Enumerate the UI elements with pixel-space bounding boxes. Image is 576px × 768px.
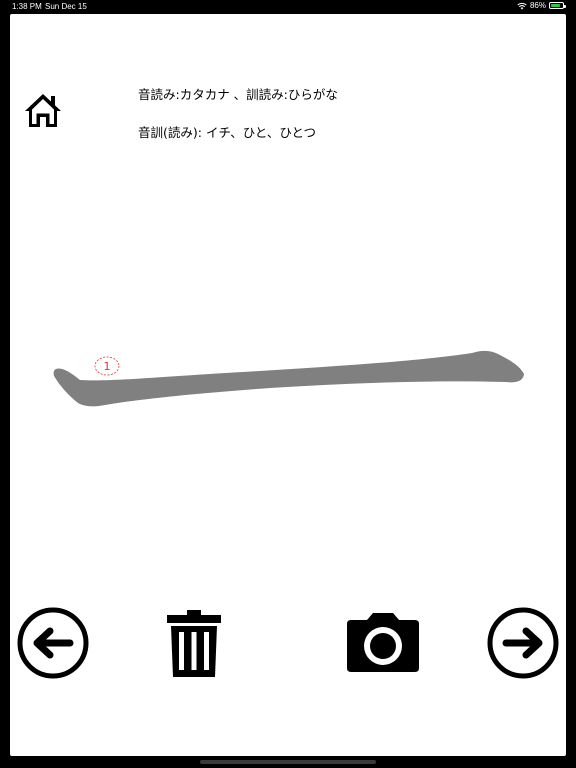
status-bar: 1:38 PM Sun Dec 15 86% xyxy=(0,0,576,14)
camera-icon[interactable] xyxy=(345,612,421,674)
stroke-number: 1 xyxy=(104,360,111,373)
status-time: 1:38 PM xyxy=(12,2,42,11)
status-right: 86% xyxy=(517,1,566,10)
status-date: Sun Dec 15 xyxy=(45,2,87,11)
wifi-icon xyxy=(517,2,527,9)
battery-fill xyxy=(551,4,561,7)
home-indicator[interactable] xyxy=(200,760,376,764)
arrow-right-circle-icon[interactable] xyxy=(486,606,560,680)
drawing-canvas[interactable]: 1 xyxy=(10,14,566,756)
trash-icon[interactable] xyxy=(165,610,223,678)
kanji-stroke xyxy=(53,350,524,407)
battery-icon xyxy=(549,2,566,9)
battery-percent: 86% xyxy=(529,1,546,10)
battery-tip xyxy=(564,5,566,8)
kanji-panel: 音読み:カタカナ 、訓読み:ひらがな 音訓(読み): イチ、ひと、ひとつ 1 xyxy=(10,14,566,756)
arrow-left-circle-icon[interactable] xyxy=(16,606,90,680)
